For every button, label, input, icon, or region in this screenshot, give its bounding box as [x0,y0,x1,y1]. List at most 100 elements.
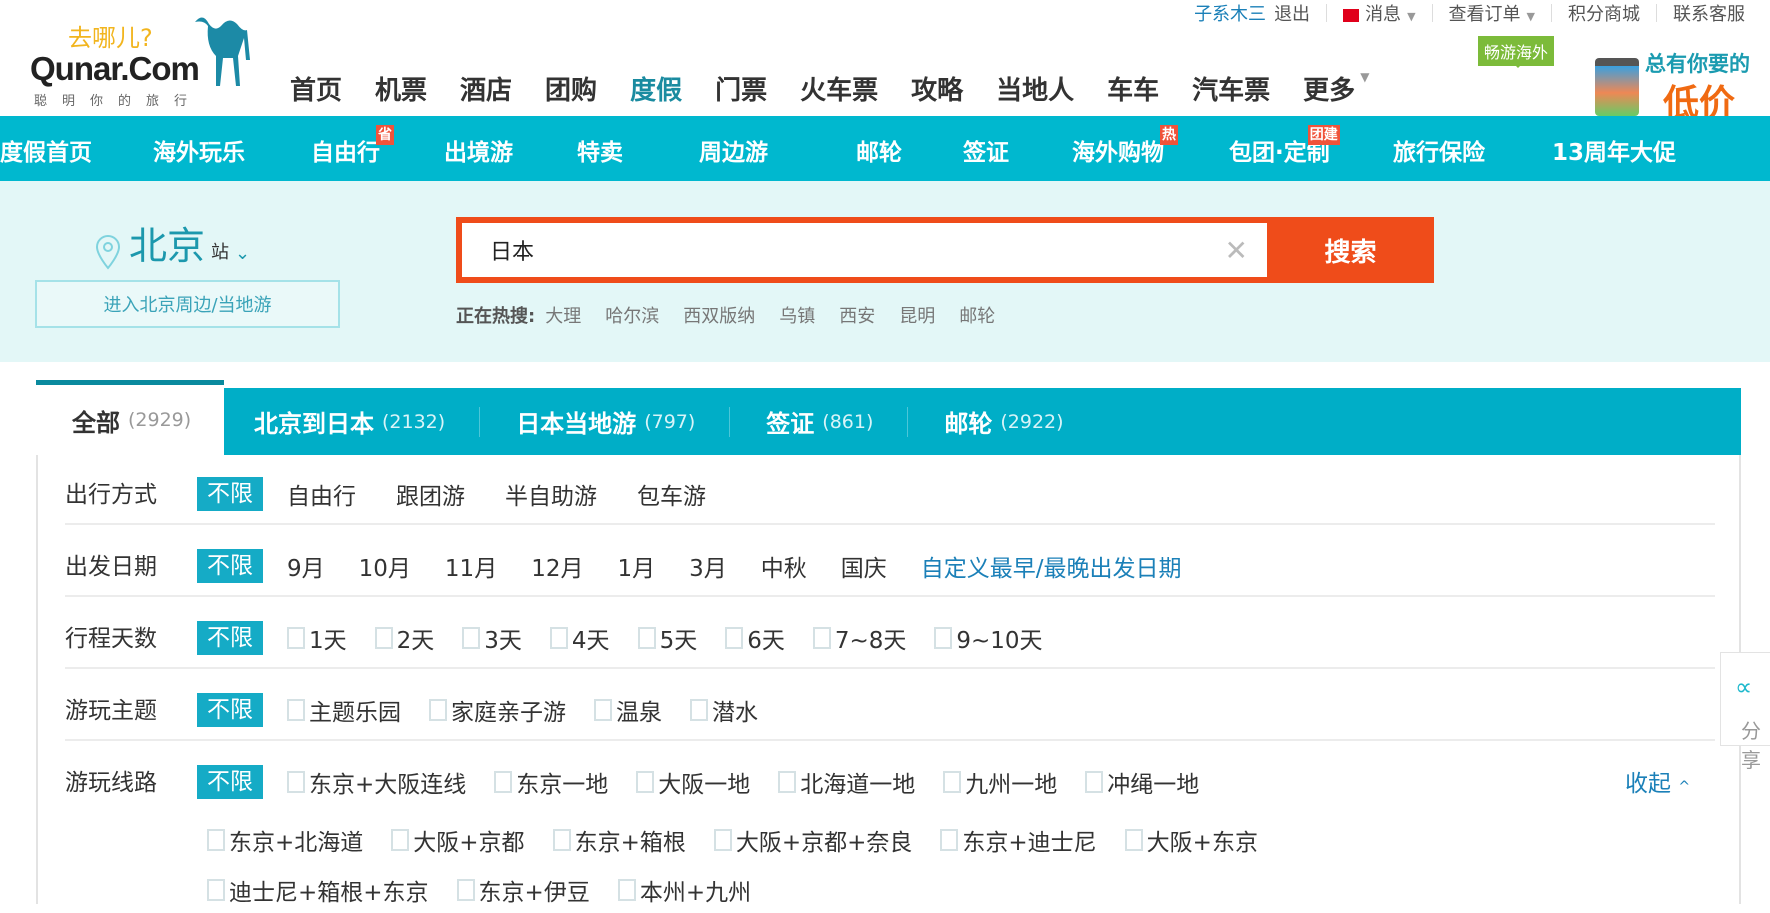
filter-checkbox-option[interactable]: 大阪+京都+奈良 [713,823,912,857]
checkbox-icon[interactable] [429,699,447,721]
tab-item[interactable]: 全部 (2929) [36,380,224,455]
checkbox-icon[interactable] [636,771,655,793]
filter-option[interactable]: 包车游 [637,477,706,511]
subnav-item[interactable]: 度假首页 [0,133,92,167]
hot-search-link[interactable]: 邮轮 [959,302,995,328]
hot-search-link[interactable]: 大理 [545,302,581,328]
checkbox-icon[interactable] [549,627,568,649]
filter-checkbox-option[interactable]: 冲绳一地 [1085,765,1199,799]
checkbox-icon[interactable] [207,879,225,901]
filter-option[interactable]: 中秋 [761,549,807,583]
filter-checkbox-option[interactable]: 东京+北海道 [207,823,363,857]
filter-checkbox-option[interactable]: 主题乐园 [287,693,401,727]
checkbox-icon[interactable] [1124,829,1143,851]
filter-checkbox-option[interactable]: 东京一地 [494,765,608,799]
city-selector[interactable]: 北京 站 ⌄ [95,215,250,270]
main-nav-item[interactable]: 汽车票 [1192,70,1270,107]
checkbox-icon[interactable] [690,699,708,721]
logout-link[interactable]: 退出 [1274,0,1310,26]
filter-option[interactable]: 9月 [287,549,325,583]
custom-date-link[interactable]: 自定义最早/最晚出发日期 [921,549,1182,583]
checkbox-icon[interactable] [940,829,959,851]
search-button[interactable]: 搜索 [1267,217,1434,283]
hot-search-link[interactable]: 哈尔滨 [605,302,659,328]
checkbox-icon[interactable] [778,771,797,793]
checkbox-icon[interactable] [287,627,305,649]
subnav-item[interactable]: 海外购物热 [1072,125,1178,167]
filter-any-option[interactable]: 不限 [197,765,263,799]
subnav-item[interactable]: 签证 [963,133,1009,167]
hot-search-link[interactable]: 乌镇 [779,302,815,328]
subnav-item[interactable]: 自由行省 [311,125,394,167]
main-nav-item[interactable]: 火车票 [800,70,878,107]
collapse-button[interactable]: 收起 ^ [1625,764,1690,798]
filter-any-option[interactable]: 不限 [197,549,263,583]
checkbox-icon[interactable] [943,771,962,793]
filter-checkbox-option[interactable]: 大阪一地 [636,765,750,799]
subnav-item[interactable]: 包团·定制 团建 [1229,125,1340,167]
filter-any-option[interactable]: 不限 [197,621,263,655]
main-nav-item[interactable]: 度假 [630,70,682,107]
subnav-item[interactable]: 出境游 [444,133,513,167]
filter-option[interactable]: 跟团游 [396,477,465,511]
enter-local-button[interactable]: 进入北京周边/当地游 [35,280,340,328]
filter-checkbox-option[interactable]: 大阪+京都 [391,823,525,857]
tab-item[interactable]: 北京到日本 (2132) [224,388,445,455]
tab-item[interactable]: 邮轮 (2922) [908,388,1063,455]
orders-menu[interactable]: 查看订单 ▼ [1449,0,1535,26]
main-nav-item[interactable]: 当地人 [996,70,1074,107]
filter-checkbox-option[interactable]: 东京+迪士尼 [940,823,1097,857]
main-nav-item[interactable]: 团购 [545,70,597,107]
filter-checkbox-option[interactable]: 9~10天 [934,621,1043,655]
checkbox-icon[interactable] [1085,771,1104,793]
filter-option[interactable]: 12月 [531,549,583,583]
checkbox-icon[interactable] [812,627,831,649]
clear-icon[interactable]: ✕ [1225,234,1248,267]
share-widget[interactable]: ∝ 分享 [1720,652,1770,772]
hot-search-link[interactable]: 昆明 [899,302,935,328]
main-nav-item[interactable]: 首页 [290,70,342,107]
filter-checkbox-option[interactable]: 潜水 [690,693,758,727]
app-ad-banner[interactable]: 总有你要的 低价 [1595,48,1770,124]
search-input[interactable] [490,237,1225,263]
qunar-logo[interactable]: 去哪儿? Qunar.Com 聪明你的旅行 [30,10,260,110]
subnav-item[interactable]: 海外玩乐 [153,133,245,167]
checkbox-icon[interactable] [207,829,225,851]
filter-checkbox-option[interactable]: 5天 [637,621,697,655]
messages-menu[interactable]: 消息 ▼ [1343,0,1416,26]
main-nav-item[interactable]: 更多 [1303,70,1355,107]
filter-checkbox-option[interactable]: 3天 [462,621,522,655]
main-nav-item[interactable]: 门票 [715,70,767,107]
filter-checkbox-option[interactable]: 东京+箱根 [552,823,686,857]
filter-option[interactable]: 自由行 [287,477,356,511]
filter-option[interactable]: 3月 [689,549,727,583]
filter-checkbox-option[interactable]: 迪士尼+箱根+东京 [207,873,429,907]
filter-checkbox-option[interactable]: 大阪+东京 [1124,823,1258,857]
filter-option[interactable]: 半自助游 [505,477,597,511]
subnav-item[interactable]: 邮轮 [856,133,902,167]
checkbox-icon[interactable] [494,771,513,793]
tab-item[interactable]: 签证 (861) [730,388,873,455]
filter-checkbox-option[interactable]: 家庭亲子游 [429,693,566,727]
filter-checkbox-option[interactable]: 1天 [287,621,347,655]
filter-option[interactable]: 11月 [445,549,497,583]
filter-checkbox-option[interactable]: 北海道一地 [778,765,915,799]
filter-checkbox-option[interactable]: 6天 [725,621,785,655]
checkbox-icon[interactable] [713,829,732,851]
subnav-item[interactable]: 13周年大促 [1552,133,1676,167]
filter-any-option[interactable]: 不限 [197,477,263,511]
filter-checkbox-option[interactable]: 东京+大阪连线 [287,765,466,799]
filter-checkbox-option[interactable]: 九州一地 [943,765,1057,799]
filter-checkbox-option[interactable]: 2天 [374,621,434,655]
checkbox-icon[interactable] [391,829,410,851]
filter-option[interactable]: 国庆 [841,549,887,583]
main-nav-item[interactable]: 机票 [375,70,427,107]
subnav-item[interactable]: 旅行保险 [1393,133,1485,167]
hot-search-link[interactable]: 西安 [839,302,875,328]
main-nav-item[interactable]: 酒店 [460,70,512,107]
checkbox-icon[interactable] [637,627,656,649]
checkbox-icon[interactable] [552,829,571,851]
checkbox-icon[interactable] [617,879,636,901]
checkbox-icon[interactable] [462,627,481,649]
username-link[interactable]: 子系木三 [1194,0,1266,26]
